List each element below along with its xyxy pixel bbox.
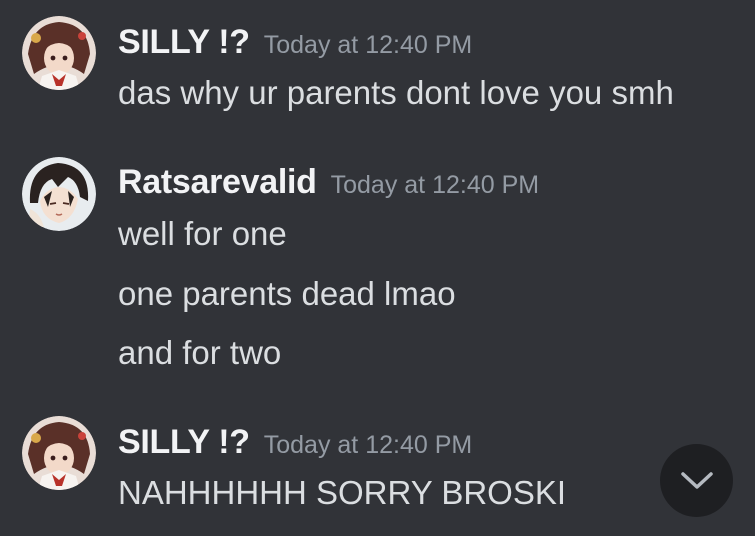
avatar-image bbox=[22, 157, 96, 231]
timestamp: Today at 12:40 PM bbox=[330, 171, 540, 199]
message-text: one parents dead lmao bbox=[118, 275, 456, 312]
message-text: and for two bbox=[118, 334, 282, 371]
username[interactable]: SILLY !? bbox=[118, 23, 250, 61]
avatar-image bbox=[22, 416, 96, 490]
message-header: SILLY !? Today at 12:40 PM bbox=[118, 420, 472, 464]
timestamp: Today at 12:40 PM bbox=[263, 31, 473, 59]
avatar[interactable] bbox=[22, 16, 96, 90]
timestamp: Today at 12:40 PM bbox=[263, 431, 473, 459]
message-text: NAHHHHHH SORRY BROSKI bbox=[118, 474, 567, 511]
message-header: SILLY !? Today at 12:40 PM bbox=[118, 20, 472, 64]
avatar[interactable] bbox=[22, 157, 96, 231]
message-header: Ratsarevalid Today at 12:40 PM bbox=[118, 160, 539, 204]
message-text: well for one bbox=[118, 215, 287, 252]
avatar-image bbox=[22, 16, 96, 90]
username[interactable]: Ratsarevalid bbox=[118, 163, 317, 201]
scroll-to-bottom-button[interactable] bbox=[660, 444, 733, 517]
chevron-down-icon bbox=[680, 471, 713, 489]
avatar[interactable] bbox=[22, 416, 96, 490]
username[interactable]: SILLY !? bbox=[118, 423, 250, 461]
message-text: das why ur parents dont love you smh bbox=[118, 74, 674, 111]
